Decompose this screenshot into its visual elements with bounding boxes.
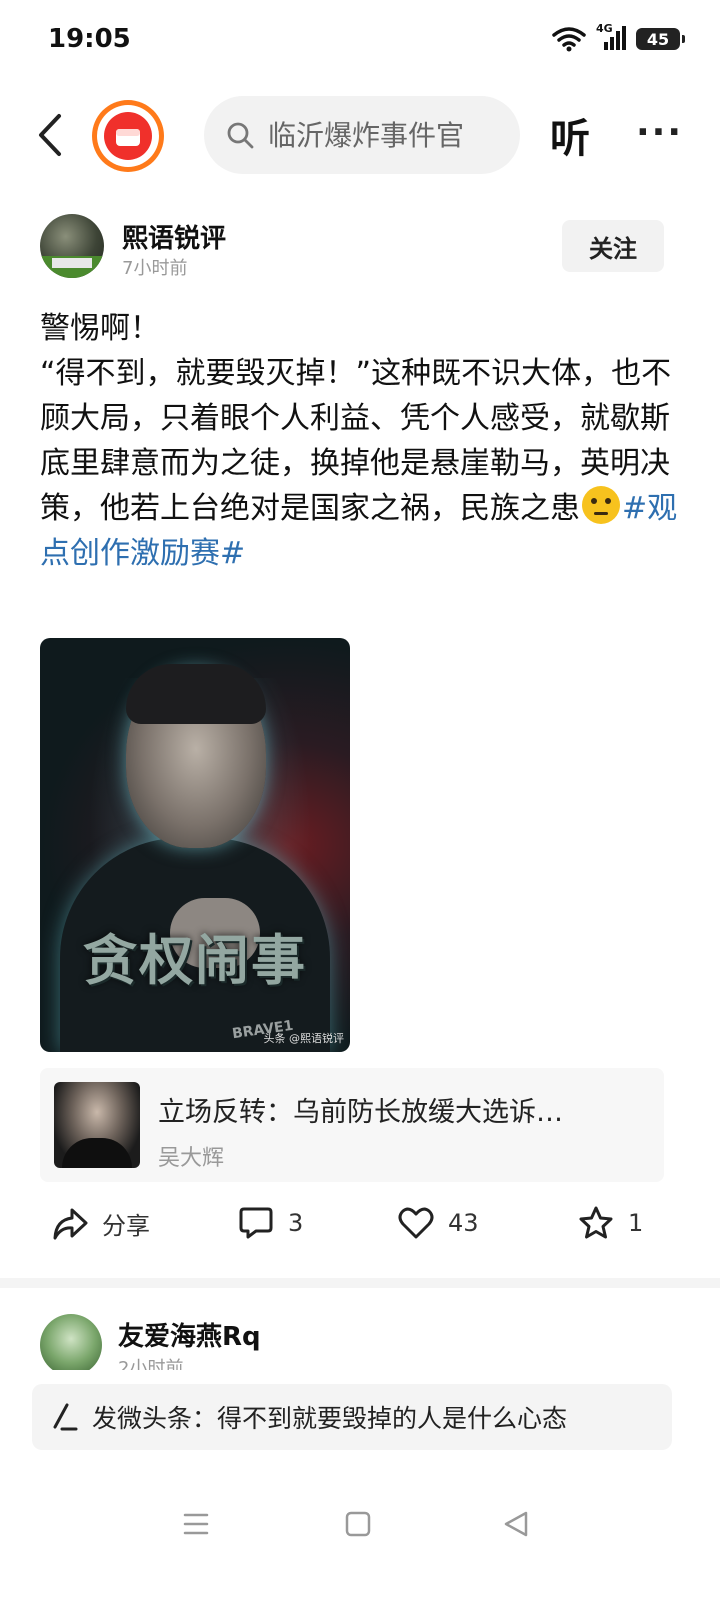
follow-button[interactable]: 关注 bbox=[562, 220, 664, 272]
favorite-button[interactable]: 1 bbox=[578, 1206, 643, 1240]
post-body: “得不到，就要毁灭掉！”这种既不识大体，也不顾大局，只着眼个人利益、凭个人感受，… bbox=[40, 351, 680, 576]
post-image[interactable]: 贪权闹事 BRAVE1 头条 @熙语锐评 bbox=[40, 638, 350, 1052]
heart-icon bbox=[398, 1207, 434, 1239]
comment-button[interactable]: 3 bbox=[238, 1206, 303, 1240]
next-post-author-name[interactable]: 友爱海燕Rq bbox=[118, 1316, 261, 1353]
listen-button[interactable]: 听 bbox=[550, 106, 590, 164]
linked-article-author: 吴大辉 bbox=[158, 1146, 225, 1171]
system-nav-bar bbox=[0, 1498, 720, 1558]
home-button[interactable] bbox=[344, 1510, 372, 1542]
recents-button[interactable] bbox=[182, 1510, 210, 1542]
back-triangle-icon bbox=[504, 1511, 528, 1537]
comment-count: 3 bbox=[288, 1209, 304, 1237]
favorite-count: 1 bbox=[628, 1209, 644, 1237]
search-input[interactable] bbox=[268, 118, 508, 152]
signal-icon: 4G bbox=[596, 22, 626, 52]
thinking-emoji-icon bbox=[582, 486, 620, 524]
battery-icon: 45 bbox=[636, 28, 685, 50]
compose-prompt: 发微头条：得不到就要毁掉的人是什么心态 bbox=[92, 1404, 568, 1433]
next-post-time: 2小时前 bbox=[118, 1358, 184, 1370]
author-name[interactable]: 熙语锐评 bbox=[122, 218, 226, 255]
post-body-text: “得不到，就要毁灭掉！”这种既不识大体，也不顾大局，只着眼个人利益、凭个人感受，… bbox=[40, 356, 672, 526]
linked-article-title: 立场反转：乌前防长放缓大选诉… bbox=[158, 1097, 563, 1128]
home-square-icon bbox=[345, 1511, 371, 1537]
post-line-1: 警惕啊！ bbox=[40, 311, 160, 346]
system-back-button[interactable] bbox=[502, 1510, 530, 1542]
app-logo[interactable] bbox=[92, 100, 164, 172]
comment-icon bbox=[239, 1207, 273, 1239]
star-icon bbox=[579, 1206, 613, 1239]
compose-bar[interactable]: 发微头条：得不到就要毁掉的人是什么心态 bbox=[32, 1384, 672, 1450]
linked-article-card[interactable]: 立场反转：乌前防长放缓大选诉… 吴大辉 bbox=[40, 1068, 664, 1182]
back-button[interactable] bbox=[28, 108, 72, 162]
linked-article-thumbnail bbox=[54, 1082, 140, 1168]
battery-level: 45 bbox=[646, 29, 670, 49]
share-button[interactable]: 分享 bbox=[52, 1206, 150, 1241]
action-bar: 分享 3 43 1 bbox=[0, 1200, 720, 1258]
more-button[interactable]: ··· bbox=[636, 112, 683, 153]
status-icons: 4G 45 bbox=[552, 22, 685, 52]
post-time: 7小时前 bbox=[122, 258, 188, 279]
author-row: 熙语锐评 7小时前 关注 bbox=[40, 214, 680, 280]
logo-icon bbox=[116, 129, 140, 146]
top-nav: 听 ··· bbox=[0, 92, 720, 178]
search-icon bbox=[227, 122, 254, 149]
wifi-icon bbox=[552, 27, 586, 52]
menu-lines-icon bbox=[183, 1513, 209, 1535]
post-divider bbox=[0, 1278, 720, 1288]
like-count: 43 bbox=[448, 1209, 479, 1237]
share-label: 分享 bbox=[102, 1212, 150, 1240]
like-button[interactable]: 43 bbox=[398, 1206, 479, 1240]
status-bar: 19:05 4G 45 bbox=[0, 0, 720, 80]
image-watermark: 头条 @熙语锐评 bbox=[263, 1032, 345, 1045]
share-icon bbox=[53, 1208, 88, 1239]
search-box[interactable] bbox=[204, 96, 520, 174]
back-arrow-icon bbox=[39, 114, 61, 156]
post-text: 警惕啊！ “得不到，就要毁灭掉！”这种既不识大体，也不顾大局，只着眼个人利益、凭… bbox=[40, 306, 680, 576]
author-avatar[interactable] bbox=[40, 214, 104, 278]
next-post-header[interactable]: 友爱海燕Rq 2小时前 bbox=[40, 1314, 680, 1370]
status-time: 19:05 bbox=[48, 24, 131, 54]
pen-icon bbox=[53, 1403, 78, 1431]
image-overlay-title: 贪权闹事 bbox=[83, 928, 307, 992]
next-post-avatar[interactable] bbox=[40, 1314, 102, 1370]
